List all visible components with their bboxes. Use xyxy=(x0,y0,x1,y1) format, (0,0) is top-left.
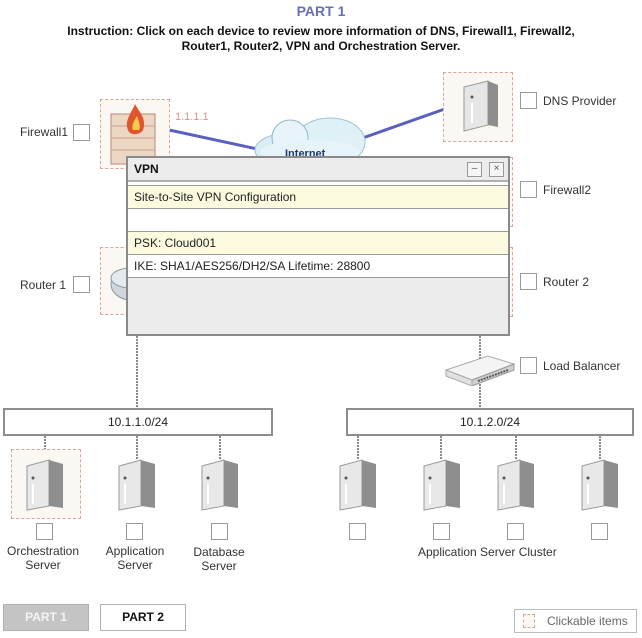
database-server-icon xyxy=(201,459,238,511)
close-button[interactable]: × xyxy=(489,162,504,177)
dialog-row-heading: Site-to-Site VPN Configuration xyxy=(128,186,508,209)
dialog-row-ike: IKE: SHA1/AES256/DH2/SA Lifetime: 28800 xyxy=(128,255,508,278)
dialog-titlebar[interactable]: VPN – × xyxy=(128,158,508,182)
application-server-label: Application Server xyxy=(105,544,165,572)
dialog-row-blank xyxy=(128,209,508,232)
orchestration-server-icon xyxy=(26,459,63,511)
cluster-1-server-icon xyxy=(339,459,376,511)
cluster-server-4-checkbox[interactable] xyxy=(591,523,608,540)
cluster-4-server-icon xyxy=(581,459,618,511)
legend-label: Clickable items xyxy=(547,614,628,628)
orchestration-server-checkbox[interactable] xyxy=(36,523,53,540)
clickable-legend: Clickable items xyxy=(514,609,637,633)
application-server-icon xyxy=(118,459,155,511)
part1-tab[interactable]: PART 1 xyxy=(3,604,89,631)
database-server-label: Database Server xyxy=(193,545,245,573)
dialog-row-psk: PSK: Cloud001 xyxy=(128,232,508,255)
cluster-server-3-checkbox[interactable] xyxy=(507,523,524,540)
dialog-title: VPN xyxy=(134,162,159,176)
minimize-button[interactable]: – xyxy=(467,162,482,177)
cluster-server-1-checkbox[interactable] xyxy=(349,523,366,540)
part2-tab[interactable]: PART 2 xyxy=(100,604,186,631)
orchestration-server-label: Orchestration Server xyxy=(6,544,80,572)
cluster-2-server-icon xyxy=(423,459,460,511)
cluster-3-server-icon xyxy=(497,459,534,511)
cluster-server-2-checkbox[interactable] xyxy=(433,523,450,540)
cluster-label: Application Server Cluster xyxy=(418,545,557,559)
vpn-dialog: VPN – × Site-to-Site VPN Configuration P… xyxy=(126,156,510,336)
application-server-checkbox[interactable] xyxy=(126,523,143,540)
database-server-checkbox[interactable] xyxy=(211,523,228,540)
clickable-swatch-icon xyxy=(523,614,535,628)
